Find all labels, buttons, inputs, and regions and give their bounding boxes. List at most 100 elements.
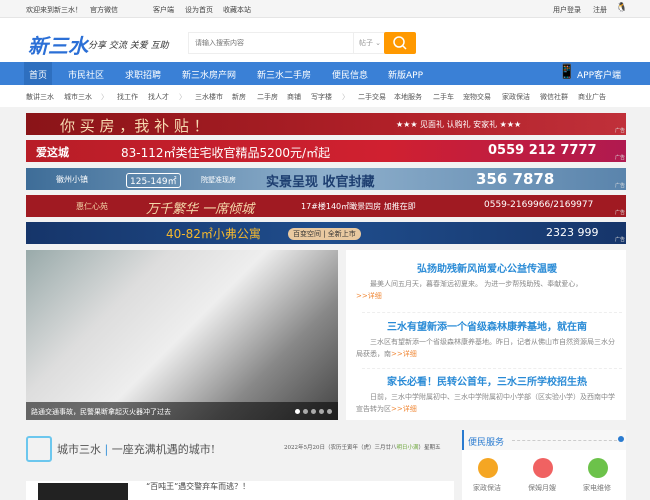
nav-jobs[interactable]: 求职招聘 [125, 68, 161, 81]
lunar-date: 2022年5月20日（农历壬寅年（虎）三月廿八 [284, 445, 397, 451]
wechat-link[interactable]: 官方微信 [90, 5, 118, 15]
app-client-link[interactable]: APP客户端 [577, 68, 621, 81]
divider [362, 368, 622, 369]
subnav-item[interactable]: 三水楼市 [195, 92, 223, 102]
article-title[interactable]: “百吨王”遇交警弃车而逃？！ [146, 481, 250, 492]
subnav-item[interactable]: 新房 [232, 92, 246, 102]
details-link[interactable]: >>详细 [391, 350, 417, 358]
subnav-item[interactable]: 二手车 [433, 92, 454, 102]
slider-dot[interactable] [295, 409, 300, 414]
weekday: ）星期五 [418, 445, 441, 451]
news-title[interactable]: 弘扬助残新风尚爱心公益传温暖 [356, 260, 618, 275]
ad-label: 广告 [614, 237, 625, 243]
cleaning-icon[interactable] [478, 458, 498, 478]
service-appliance-repair[interactable]: 家电维修 [583, 483, 611, 493]
ad-label: 广告 [614, 210, 625, 216]
article-list: “百吨王”遇交警弃车而逃？！ [26, 481, 454, 500]
chevron-right-icon: 〉 [342, 93, 349, 101]
subnav-item[interactable]: 二手房 [257, 92, 278, 102]
subnav-item[interactable]: 商铺 [287, 92, 301, 102]
main-nav: 首页 市民社区 求职招聘 新三水房产网 新三水二手房 便民信息 新版APP 📱 … [0, 62, 650, 85]
search-box: 帖子 ⌄ [188, 32, 385, 54]
nanny-icon[interactable] [533, 458, 553, 478]
banner-brand: 徽州小镇 [56, 175, 88, 184]
banner-ad-huizhou[interactable]: 徽州小镇 125-149㎡ 院墅准现房 实景呈现 收官封藏 356 7878 广… [26, 168, 626, 190]
set-home-link[interactable]: 设为首页 [185, 5, 213, 15]
qq-icon[interactable]: 🐧 [616, 3, 627, 13]
banner-brand: 爱这城 [36, 146, 69, 159]
chevron-right-icon: 〉 [179, 93, 186, 101]
banner-ad-huiren[interactable]: 惠仁心苑 万千繁华 一席倾城 17#楼140㎡瞰景四房 加推在即 0559-21… [26, 195, 626, 217]
subnav-item[interactable]: 家政保洁 [502, 92, 530, 102]
subnav-item[interactable]: 宠物交易 [463, 92, 491, 102]
banner-ad-xiaofu[interactable]: 40-82㎡小弗公寓 百变空间 | 全新上市 2323 999 广告 [26, 222, 626, 244]
banner-headline: 万千繁华 一席倾城 [146, 202, 255, 217]
subnav-item[interactable]: 二手交易 [358, 92, 386, 102]
date-line: 2022年5月20日（农历壬寅年（虎）三月廿八明日小满）星期五 [284, 443, 441, 451]
banner-headline: 你 买 房 ，我 补 贴 ！ [60, 117, 209, 135]
search-type-select[interactable]: 帖子 ⌄ [353, 33, 386, 53]
nav-services[interactable]: 便民信息 [332, 68, 368, 81]
slider-dot[interactable] [327, 409, 332, 414]
banner-text: 百变空间 | 全新上市 [288, 228, 361, 240]
subnav-item[interactable]: 散讲三水 [26, 92, 54, 102]
subnav-item[interactable]: 商业广告 [578, 92, 606, 102]
banner-text: 院墅准现房 [201, 176, 236, 184]
nav-secondhand-house[interactable]: 新三水二手房 [257, 68, 311, 81]
news-item: 家长必看！民转公首年，三水三所学校招生热 日前，三水中学附属初中、三水中学附属初… [356, 373, 618, 415]
search-icon [393, 36, 407, 50]
logo[interactable]: 新三水 [28, 30, 88, 59]
subnav-item[interactable]: 本地服务 [394, 92, 422, 102]
appliance-repair-icon[interactable] [588, 458, 608, 478]
ad-label: 广告 [614, 128, 625, 134]
slider-dot[interactable] [319, 409, 324, 414]
nav-home[interactable]: 首页 [24, 62, 52, 85]
login-link[interactable]: 用户登录 [553, 5, 581, 15]
subnav-item[interactable]: 写字楼 [311, 92, 332, 102]
welcome-text: 欢迎来到新三水！ [26, 6, 82, 14]
slider-dots [295, 409, 332, 414]
top-bar: 欢迎来到新三水！ 官方微信 客户端 设为首页 收藏本站 用户登录 注册 🐧 [0, 0, 650, 18]
service-nanny[interactable]: 保姆月嫂 [528, 483, 556, 493]
service-cleaning[interactable]: 家政保洁 [473, 483, 501, 493]
news-title[interactable]: 家长必看！民转公首年，三水三所学校招生热 [356, 373, 618, 388]
ad-label: 广告 [614, 155, 625, 161]
city-heading: 城市三水 | 一座充满机遇的城市! [57, 443, 216, 456]
search-button[interactable] [384, 32, 416, 54]
news-item: 弘扬助残新风尚爱心公益传温暖 最美人间五月天，暮春渐远初夏来。 为进一步帮残助残… [356, 260, 618, 302]
news-summary: 最美人间五月天，暮春渐远初夏来。 为进一步帮残助残、奉献爱心， [370, 280, 583, 288]
ad-label: 广告 [614, 183, 625, 189]
subnav-item[interactable]: 微信社群 [540, 92, 568, 102]
details-link[interactable]: >>详细 [391, 405, 417, 413]
subnav-item[interactable]: 找工作 [117, 92, 138, 102]
client-link[interactable]: 客户端 [153, 5, 174, 15]
banner-text: 17#楼140㎡瞰景四房 加推在即 [301, 202, 416, 211]
headline-news: 弘扬助残新风尚爱心公益传温暖 最美人间五月天，暮春渐远初夏来。 为进一步帮残助残… [346, 250, 626, 420]
subnav-item[interactable]: 找人才 [148, 92, 169, 102]
nav-realestate[interactable]: 新三水房产网 [182, 68, 236, 81]
news-item: 三水有望新添一个省级森林康养基地，就在南 三水区有望新添一个省级森林康养基地。昨… [356, 318, 618, 360]
bookmark-link[interactable]: 收藏本站 [223, 5, 251, 15]
slider-dot[interactable] [303, 409, 308, 414]
divider [362, 312, 622, 313]
news-title[interactable]: 三水有望新添一个省级森林康养基地，就在南 [356, 318, 618, 333]
services-header: 便民服务 [462, 430, 626, 450]
banner-phone: 356 7878 [476, 170, 555, 188]
banner-ad-aizhecheng[interactable]: 爱这城 83-112㎡类住宅收官精品5200元/㎡起 0559 212 7777… [26, 140, 626, 162]
banner-ad-subsidy[interactable]: 你 买 房 ，我 补 贴 ！ ★★★ 见面礼 认购礼 安家礼 ★★★ 广告 [26, 113, 626, 135]
nav-community[interactable]: 市民社区 [68, 68, 104, 81]
news-slider[interactable]: 路通交通事故，民警果断拿起灭火器冲了过去 [26, 250, 338, 420]
search-input[interactable] [189, 33, 349, 53]
banner-phone: 0559 212 7777 [488, 143, 597, 158]
header: 新三水 分享 交流 关爱 互助 帖子 ⌄ [0, 18, 650, 62]
article-thumbnail[interactable] [38, 483, 128, 500]
solar-term: 明日小满 [396, 445, 419, 451]
details-link[interactable]: >>详细 [356, 292, 382, 300]
slider-dot[interactable] [311, 409, 316, 414]
subnav-item[interactable]: 城市三水 [64, 92, 92, 102]
slider-caption: 路通交通事故，民警果断拿起灭火器冲了过去 [26, 402, 338, 420]
nav-app[interactable]: 新版APP [388, 68, 423, 81]
banner-area: 125-149㎡ [126, 173, 181, 188]
chevron-right-icon: 〉 [101, 93, 108, 101]
register-link[interactable]: 注册 [593, 5, 607, 15]
